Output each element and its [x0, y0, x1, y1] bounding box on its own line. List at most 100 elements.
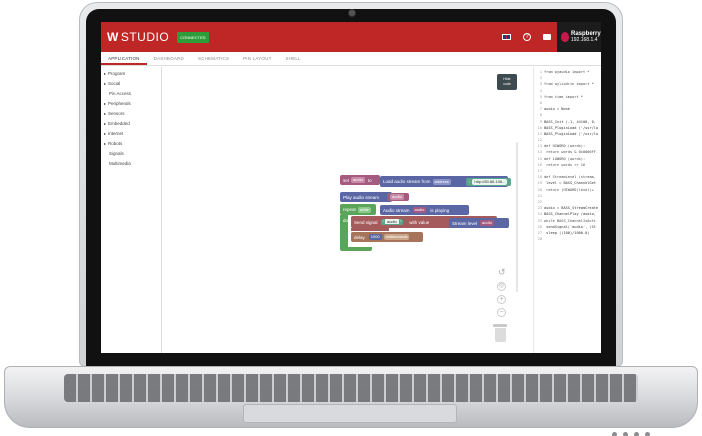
code-text: sendSignal('audio', (St [544, 224, 596, 229]
help-icon[interactable]: ? [523, 33, 531, 41]
app-screen: W STUDIO CONNECTED ? Raspberry 192.168.1.… [101, 22, 601, 353]
top-bar: W STUDIO CONNECTED ? Raspberry 192.168.1.… [101, 22, 601, 52]
folder-icon[interactable] [543, 34, 551, 40]
code-text: BASS_PluginLoad ('/usr/lo [544, 125, 599, 130]
sidebar-item-social[interactable]: Social [101, 79, 161, 89]
delay-block[interactable]: delay 1000 milliseconds [351, 232, 423, 242]
code-text: def StreamLevel (stream, [544, 175, 596, 180]
code-text: return words & 0x0000FF [544, 150, 596, 155]
expand-arrow-icon [104, 133, 106, 135]
sidebar-item-internet[interactable]: Internet [101, 129, 161, 139]
raspberry-pi-icon [561, 32, 569, 42]
keyboard [64, 374, 638, 402]
tab-schematics[interactable]: SCHEMATICS [191, 56, 236, 65]
expand-arrow-icon [104, 113, 106, 115]
variable-dropdown[interactable]: audio [480, 220, 494, 226]
tab-dashboard[interactable]: DASHBOARD [147, 56, 191, 65]
tab-application[interactable]: APPLICATION [101, 56, 147, 65]
tab-shell[interactable]: SHELL [279, 56, 308, 65]
play-audio-block[interactable]: Play audio stream [340, 192, 392, 202]
sidebar-item-embedded[interactable]: Embedded [101, 119, 161, 129]
logo-mark: W [107, 30, 119, 44]
laptop-mockup: W STUDIO CONNECTED ? Raspberry 192.168.1.… [0, 0, 702, 436]
code-line: 26 sendSignal('audio', (St [534, 224, 601, 230]
language-flag-icon[interactable] [502, 34, 511, 40]
device-selector[interactable]: Raspberry 192.168.1.4 [557, 22, 601, 52]
wyliodrin-logo: W STUDIO [107, 30, 169, 44]
code-text: audio = BASS_StreamCreate [544, 206, 599, 211]
workspace-scrollbar[interactable] [516, 142, 518, 292]
camera-icon [348, 9, 356, 17]
device-address: 192.168.1.4 [571, 37, 598, 43]
variable-dropdown[interactable]: audio [351, 177, 365, 183]
code-line: 24 BASS_ChannelPlay (audio, [534, 211, 601, 217]
code-line: 10 BASS_PluginLoad ('/usr/lo [534, 125, 601, 131]
connection-status-badge: CONNECTED [177, 31, 209, 43]
sidebar-item-robots[interactable]: Robots [101, 139, 161, 149]
block-categories-sidebar: Program Social Pin Access Peripherals Se… [101, 67, 162, 353]
code-line: 9 BASS_Init (-1, 44100, 0, [534, 119, 601, 125]
expand-arrow-icon [104, 103, 106, 105]
code-lines: 1 from pyaudio import * 2 3 from wyliodrin i… [534, 67, 601, 242]
code-text: while BASS_ChannelIsActi [544, 218, 596, 223]
code-line: 20 return (HIWORD(level)+ [534, 187, 601, 193]
sidebar-item-signals[interactable]: Signals [101, 149, 161, 159]
code-text: audio = None [544, 107, 570, 112]
code-line: 25 while BASS_ChannelIsActi [534, 218, 601, 224]
recenter-icon[interactable]: ◎ [497, 282, 506, 291]
code-text: BASS_Init (-1, 44100, 0, [544, 119, 596, 124]
set-variable-block[interactable]: set audio to [340, 175, 380, 185]
code-text: from wyliodrin import * [544, 82, 594, 87]
line-number: 28 [537, 237, 542, 242]
indicator-lights [612, 424, 672, 436]
signal-name-input[interactable]: audio [384, 219, 399, 224]
undo-icon[interactable]: ↺ [498, 267, 506, 278]
logo-text: STUDIO [120, 30, 170, 44]
code-line: 3 from wyliodrin import * [534, 81, 601, 87]
tab-pin-layout[interactable]: PIN LAYOUT [236, 56, 278, 65]
sidebar-item-pin-access[interactable]: Pin Access [101, 89, 161, 99]
code-text: from pyaudio import * [544, 70, 590, 74]
code-text: BASS_ChannelPlay (audio, [544, 212, 596, 217]
delay-unit-dropdown[interactable]: milliseconds [383, 234, 410, 240]
repeat-mode-dropdown[interactable]: while [357, 206, 371, 213]
main-tabs: APPLICATION DASHBOARD SCHEMATICS PIN LAY… [101, 52, 601, 66]
code-text: def LOWORD (words): [544, 156, 586, 161]
stream-level-block[interactable]: Stream level audio [449, 218, 509, 228]
variable-dropdown[interactable]: audio [390, 194, 404, 200]
repeat-loop-end [340, 247, 372, 251]
sidebar-item-peripherals[interactable]: Peripherals [101, 99, 161, 109]
source-dropdown[interactable]: address [432, 178, 451, 185]
sidebar-item-program[interactable]: Program [101, 69, 161, 79]
url-input[interactable]: http://80.86.106... [472, 179, 508, 185]
audio-stream-playing-block[interactable]: Audio stream audio is playing [380, 205, 469, 215]
code-text: BASS_PluginLoad ('/usr/lo [544, 131, 599, 136]
code-text: level = BASS_ChannelGet [544, 181, 596, 186]
variable-dropdown[interactable]: audio [412, 207, 427, 213]
trackpad [243, 404, 457, 423]
send-signal-block-tail [351, 228, 389, 231]
do-label: do [343, 217, 349, 223]
code-line: 11 BASS_PluginLoad ('/usr/lo [534, 131, 601, 137]
expand-arrow-icon [104, 123, 106, 125]
zoom-in-icon[interactable]: + [497, 295, 506, 304]
code-line: 14 return words & 0x0000FF [534, 149, 601, 155]
code-panel[interactable]: 1 from pyaudio import * 2 3 from wyliodrin i… [533, 67, 601, 353]
audio-variable-block[interactable]: audio [387, 193, 409, 201]
expand-arrow-icon [104, 73, 106, 75]
code-text: return (HIWORD(level)+ [544, 187, 594, 192]
code-text: return words >> 16 [544, 162, 586, 167]
hide-code-button[interactable]: Hide code [497, 74, 517, 90]
code-line: 28 [534, 236, 601, 242]
zoom-out-icon[interactable]: − [497, 308, 506, 317]
code-text: from time import * [544, 94, 583, 99]
code-text: sleep ((100)/1000.0) [544, 230, 590, 235]
expand-arrow-icon [104, 143, 106, 145]
trash-icon[interactable] [493, 324, 507, 342]
url-text-block[interactable]: “http://80.86.106... [466, 178, 511, 186]
sidebar-item-multimedia[interactable]: Multimedia [101, 159, 161, 169]
delay-value-input[interactable]: 1000 [368, 234, 382, 240]
repeat-while-block[interactable]: repeat while [340, 204, 376, 215]
expand-arrow-icon [104, 83, 106, 85]
sidebar-item-sensors[interactable]: Sensors [101, 109, 161, 119]
